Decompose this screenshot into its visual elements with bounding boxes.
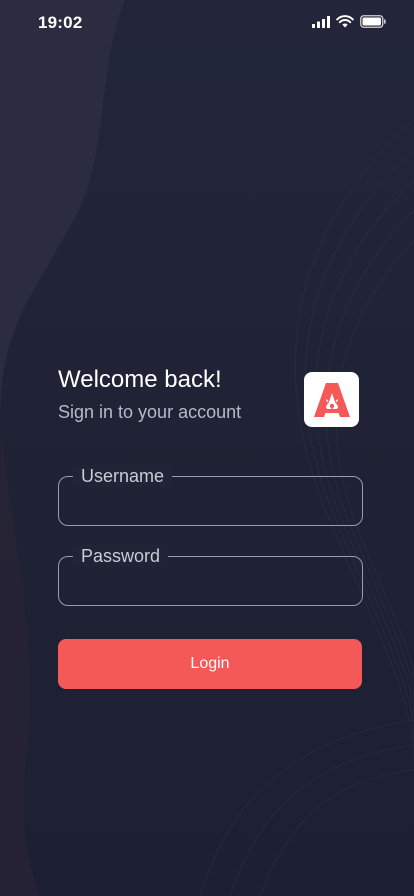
app-logo-icon <box>313 382 350 417</box>
app-logo <box>304 372 359 427</box>
status-icons <box>312 15 386 28</box>
page-subtitle: Sign in to your account <box>58 402 242 422</box>
page-title: Welcome back! <box>58 366 222 393</box>
status-time: 19:02 <box>38 13 83 32</box>
wifi-icon <box>336 15 354 28</box>
battery-icon <box>360 15 386 28</box>
status-bar: 19:02 <box>0 0 414 46</box>
login-button[interactable]: Login <box>58 639 362 689</box>
username-field[interactable]: Username <box>58 465 363 526</box>
password-input[interactable] <box>59 557 362 605</box>
cellular-signal-icon <box>312 15 330 28</box>
password-field[interactable]: Password <box>58 545 363 606</box>
login-screen: 19:02 Welcome back! Sign in to your acco… <box>0 0 414 896</box>
background-decoration <box>0 0 414 896</box>
username-input[interactable] <box>59 477 362 525</box>
